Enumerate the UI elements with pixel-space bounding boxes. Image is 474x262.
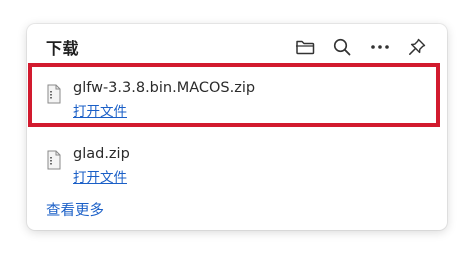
more-options-button[interactable] <box>367 34 393 60</box>
open-folder-button[interactable] <box>292 34 318 60</box>
panel-title: 下载 <box>46 39 80 58</box>
pin-icon <box>409 38 426 55</box>
more-icon <box>371 45 389 49</box>
search-icon <box>333 38 351 56</box>
see-more-link[interactable]: 查看更多 <box>46 199 104 220</box>
download-file-name: glad.zip <box>73 146 130 162</box>
highlight-annotation-box <box>28 63 440 127</box>
folder-icon <box>296 40 315 55</box>
download-item[interactable]: glad.zip 打开文件 <box>27 134 447 190</box>
downloads-header: 下载 <box>27 24 447 68</box>
downloads-panel: 下载 glfw-3.3.8.bin.MACOS.zip 打开文件 glad.zi… <box>27 24 447 230</box>
search-downloads-button[interactable] <box>329 34 355 60</box>
open-file-link[interactable]: 打开文件 <box>73 166 127 186</box>
pin-panel-button[interactable] <box>404 34 430 60</box>
file-icon <box>47 150 61 170</box>
